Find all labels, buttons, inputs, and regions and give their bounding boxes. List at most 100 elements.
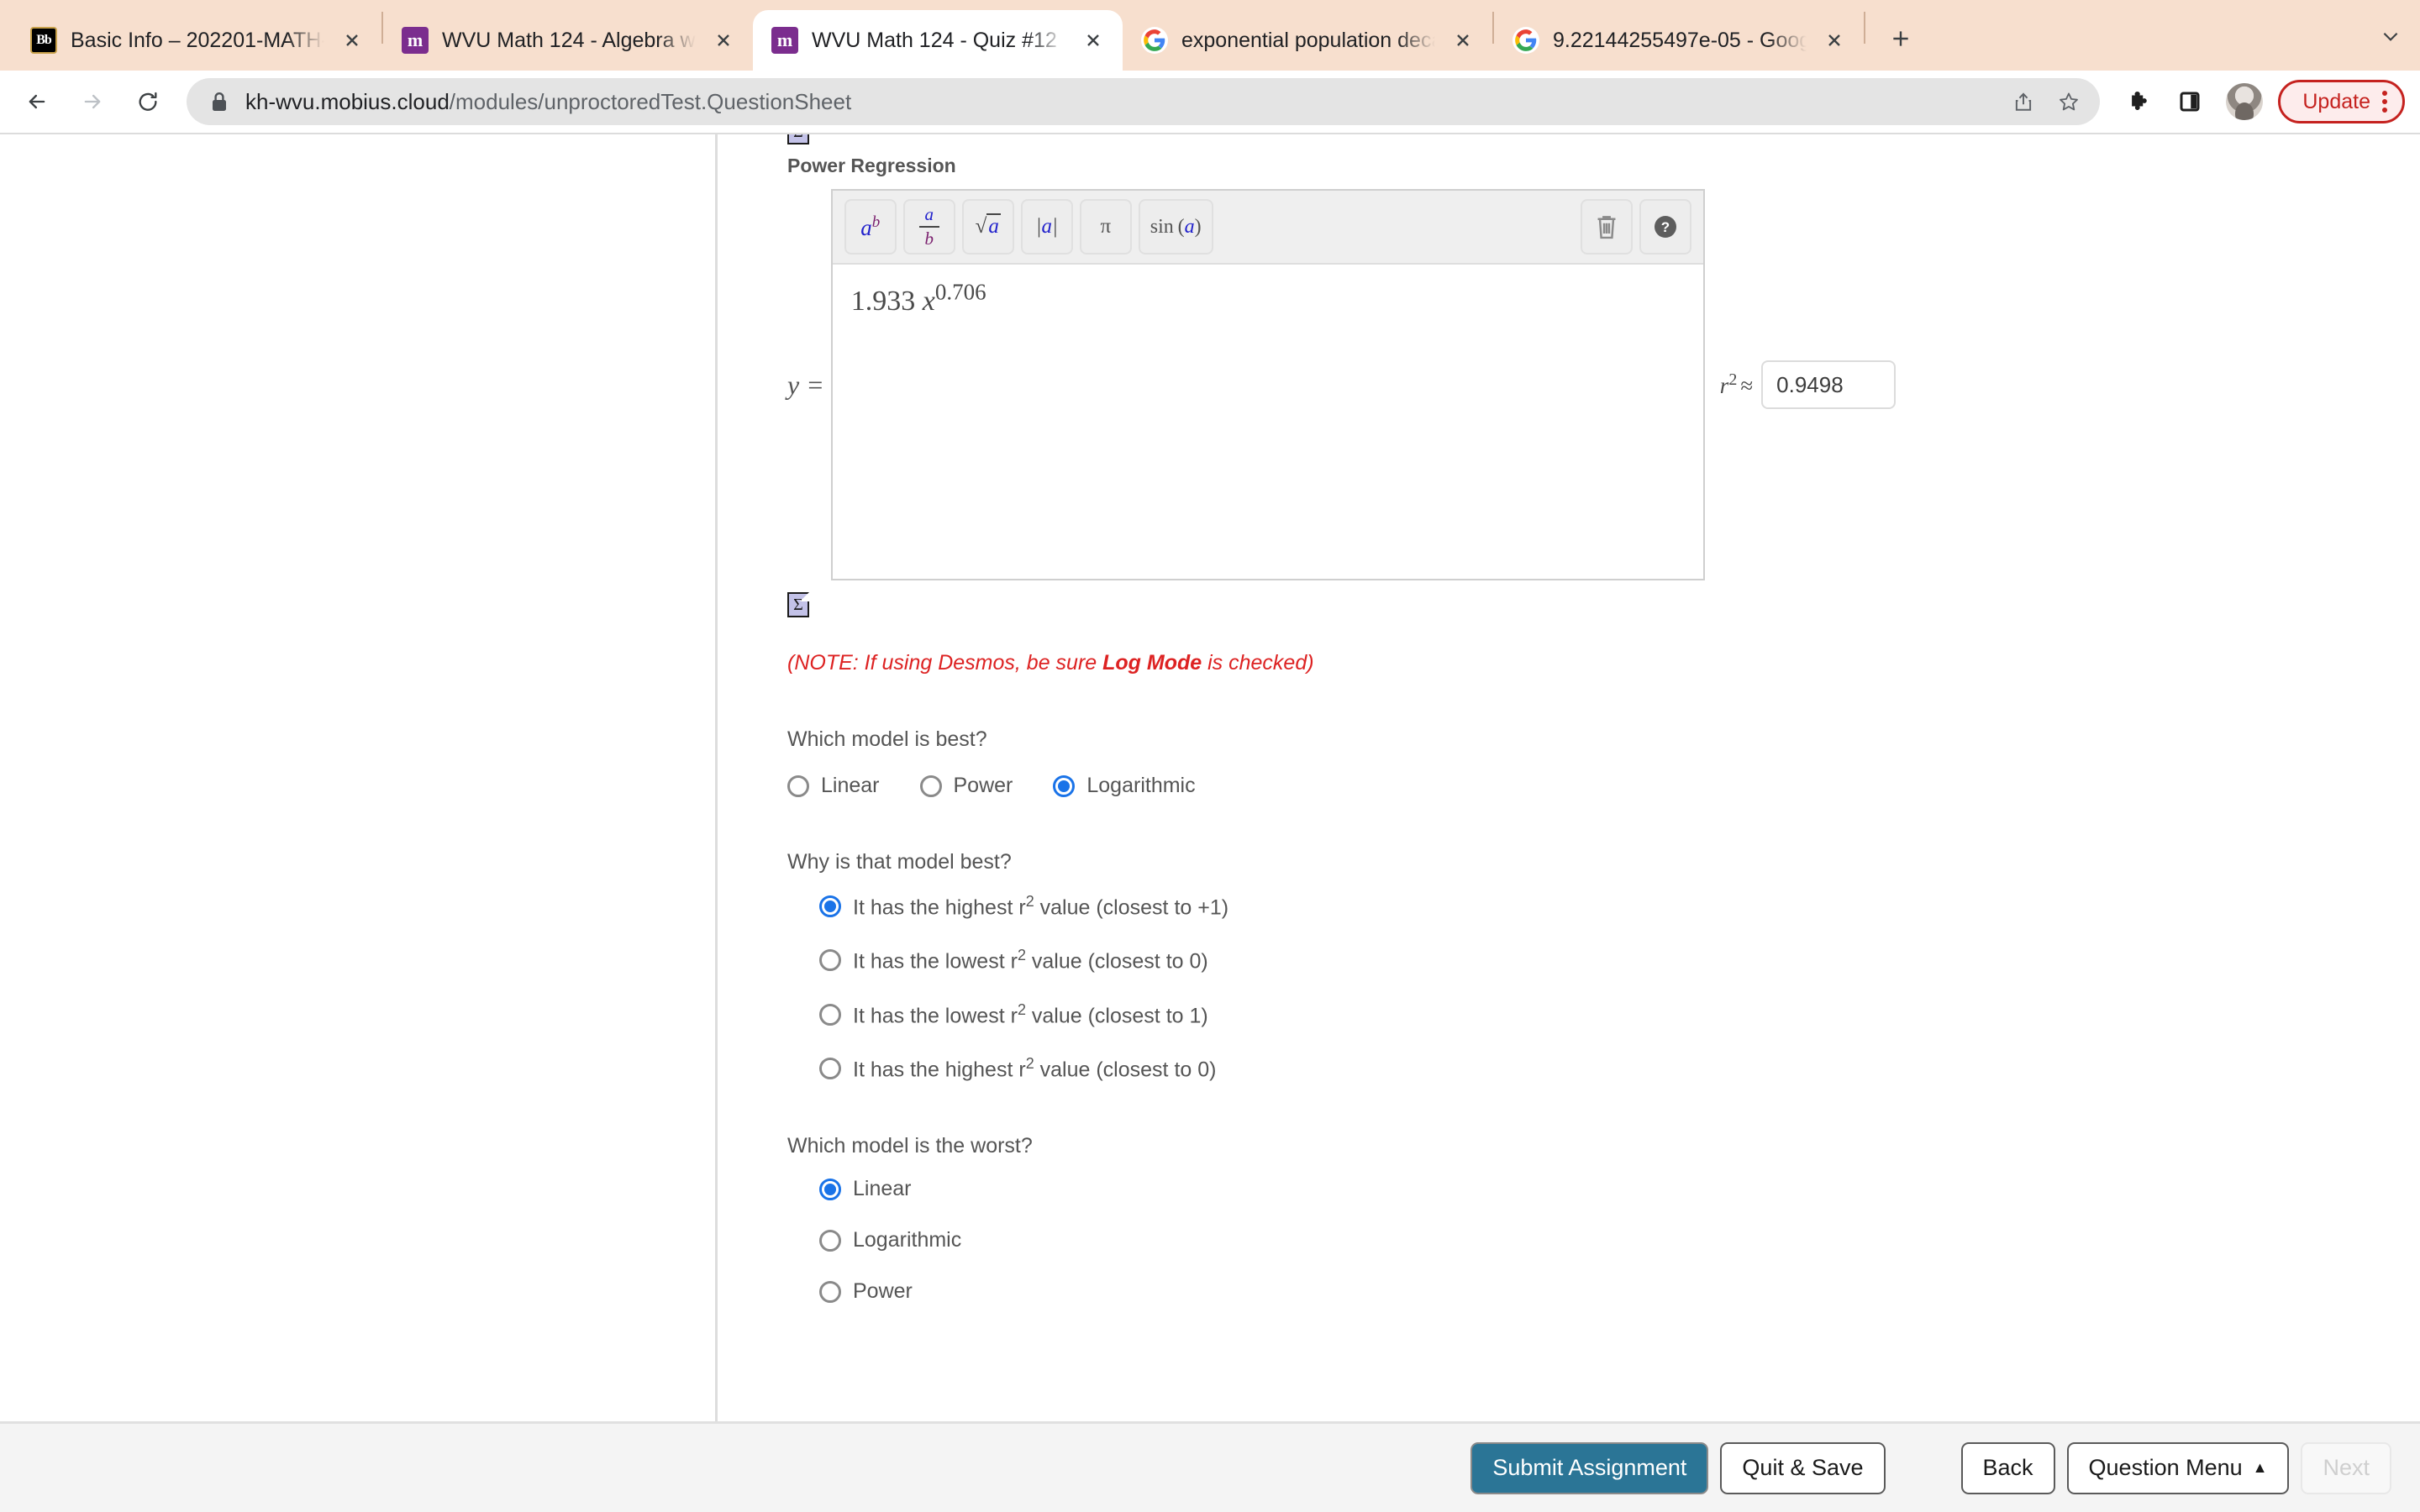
browser-tab-4[interactable]: exponential population decay c xyxy=(1123,10,1492,71)
share-icon[interactable] xyxy=(2001,79,2046,124)
equation-exponent: 0.706 xyxy=(934,280,986,305)
fraction-button[interactable]: ab xyxy=(902,199,955,255)
back-button[interactable]: Back xyxy=(1960,1441,2055,1494)
radio-label: Logarithmic xyxy=(1086,774,1196,797)
sigma-file-icon[interactable]: Σ xyxy=(787,134,809,144)
browser-toolbar: kh-wvu.mobius.cloud/modules/unproctoredT… xyxy=(0,71,2420,134)
close-icon[interactable] xyxy=(1079,26,1107,55)
new-tab-button[interactable] xyxy=(1877,15,1924,62)
radio-label: Linear xyxy=(853,1177,912,1201)
tab-title: WVU Math 124 - Quiz #12 xyxy=(812,28,1057,52)
radio-option-lowest-r2-one[interactable]: It has the lowest r2 value (closest to 1… xyxy=(819,1001,2420,1028)
question-2-prompt: Why is that model best? xyxy=(787,850,1012,874)
y-equals-label: y = xyxy=(787,369,824,400)
page-viewport: Σ Power Regression y = ab ab xyxy=(0,134,2420,1512)
radio-label: It has the lowest r2 value (closest to 0… xyxy=(853,947,1208,974)
close-icon[interactable] xyxy=(1820,26,1849,55)
radio-option-worst-linear[interactable]: Linear xyxy=(819,1177,2420,1201)
next-button: Next xyxy=(2301,1441,2391,1494)
profile-avatar[interactable] xyxy=(2226,83,2264,120)
question-menu-button[interactable]: Question Menu ▲ xyxy=(2066,1441,2290,1494)
tab-title: 9.22144255497e-05 - Google xyxy=(1553,28,1807,52)
close-icon[interactable] xyxy=(338,26,366,55)
radio-option-worst-logarithmic[interactable]: Logarithmic xyxy=(819,1228,2420,1252)
address-bar[interactable]: kh-wvu.mobius.cloud/modules/unproctoredT… xyxy=(187,78,2101,125)
radio-option-lowest-r2-zero[interactable]: It has the lowest r2 value (closest to 0… xyxy=(819,947,2420,974)
equation-row: y = ab ab √a |a| π sin (a) ? 1.933 x0.70… xyxy=(787,189,2420,580)
chevron-down-icon[interactable] xyxy=(2361,7,2420,66)
blackboard-icon: Bb xyxy=(30,27,57,54)
radio-option-worst-power[interactable]: Power xyxy=(819,1279,2420,1304)
pi-button[interactable]: π xyxy=(1079,199,1132,255)
browser-tab-2[interactable]: m WVU Math 124 - Algebra with A xyxy=(383,10,753,71)
question-body: Σ Power Regression y = ab ab xyxy=(720,134,2420,1304)
star-icon[interactable] xyxy=(2046,79,2091,124)
equation-coefficient: 1.933 xyxy=(850,286,916,318)
radio-indicator[interactable] xyxy=(919,774,942,797)
quiz-content-area: Σ Power Regression y = ab ab xyxy=(0,134,2420,1421)
radio-label: Linear xyxy=(821,774,880,797)
close-icon[interactable] xyxy=(709,26,738,55)
section-label-power-regression: Power Regression xyxy=(787,155,956,176)
question-3-prompt: Which model is the worst? xyxy=(787,1134,1033,1158)
note-bold: Log Mode xyxy=(1102,651,1202,675)
question-2-options: It has the highest r2 value (closest to … xyxy=(787,893,2420,1082)
power-button[interactable]: ab xyxy=(844,199,897,255)
absolute-value-button[interactable]: |a| xyxy=(1020,199,1073,255)
submit-assignment-button[interactable]: Submit Assignment xyxy=(1470,1441,1709,1494)
tab-strip: Bb Basic Info – 202201-MATH-124 m WVU Ma… xyxy=(0,0,2420,71)
sigma-file-icon[interactable]: Σ xyxy=(787,592,809,617)
math-editor[interactable]: ab ab √a |a| π sin (a) ? 1.933 x0.706 xyxy=(830,189,1705,580)
r-squared-group: r2 ≈ 0.9498 xyxy=(1719,360,1897,409)
r-squared-label: r2 ≈ xyxy=(1719,370,1754,398)
browser-tab-1[interactable]: Bb Basic Info – 202201-MATH-124 xyxy=(12,10,381,71)
radio-label: Logarithmic xyxy=(853,1228,962,1252)
radio-label: It has the highest r2 value (closest to … xyxy=(853,893,1229,920)
note-suffix: is checked) xyxy=(1202,651,1314,675)
math-editor-toolbar: ab ab √a |a| π sin (a) ? xyxy=(832,191,1703,265)
help-icon[interactable]: ? xyxy=(1639,199,1691,255)
radio-indicator[interactable] xyxy=(819,1229,841,1252)
radio-indicator-selected[interactable] xyxy=(819,1178,841,1200)
back-arrow-icon[interactable] xyxy=(12,76,62,127)
radio-option-highest-r2-zero[interactable]: It has the highest r2 value (closest to … xyxy=(819,1055,2420,1082)
google-icon xyxy=(1141,27,1168,54)
update-button[interactable]: Update xyxy=(2278,80,2405,123)
sqrt-button[interactable]: √a xyxy=(961,199,1014,255)
equation-input-field[interactable]: 1.933 x0.706 xyxy=(832,265,1703,579)
radio-option-linear[interactable]: Linear xyxy=(787,774,880,798)
r-squared-input[interactable]: 0.9498 xyxy=(1761,360,1897,409)
kebab-menu-icon[interactable] xyxy=(2377,91,2394,113)
svg-text:?: ? xyxy=(1661,219,1670,235)
forward-arrow-icon[interactable] xyxy=(67,76,118,127)
puzzle-piece-icon[interactable] xyxy=(2117,79,2162,124)
url-domain: kh-wvu.mobius.cloud xyxy=(245,88,450,114)
equation-variable: x xyxy=(922,286,935,318)
radio-indicator-selected[interactable] xyxy=(1053,774,1076,797)
close-icon[interactable] xyxy=(1449,26,1477,55)
radio-indicator[interactable] xyxy=(819,1280,841,1303)
tab-title: WVU Math 124 - Algebra with A xyxy=(442,28,696,52)
url-path: /modules/unproctoredTest.QuestionSheet xyxy=(449,88,852,114)
quiz-footer: Submit Assignment Quit & Save Back Quest… xyxy=(0,1421,2420,1512)
trash-icon[interactable] xyxy=(1580,199,1633,255)
radio-option-highest-r2-plus1[interactable]: It has the highest r2 value (closest to … xyxy=(819,893,2420,920)
radio-indicator-selected[interactable] xyxy=(819,895,841,918)
radio-indicator[interactable] xyxy=(819,1058,841,1080)
quit-and-save-button[interactable]: Quit & Save xyxy=(1720,1441,1886,1494)
caret-up-icon: ▲ xyxy=(2252,1459,2268,1476)
radio-option-power[interactable]: Power xyxy=(919,774,1013,798)
radio-indicator[interactable] xyxy=(787,774,809,797)
browser-tab-5[interactable]: 9.22144255497e-05 - Google xyxy=(1494,10,1864,71)
mobius-icon: m xyxy=(771,27,798,54)
reload-icon[interactable] xyxy=(123,76,173,127)
question-3-options: Linear Logarithmic Power xyxy=(787,1177,2420,1304)
browser-tab-3-active[interactable]: m WVU Math 124 - Quiz #12 xyxy=(753,10,1123,71)
question-pane: Σ Power Regression y = ab ab xyxy=(720,134,2420,1421)
side-panel-icon[interactable] xyxy=(2167,79,2212,124)
sine-button[interactable]: sin (a) xyxy=(1138,199,1213,255)
radio-label: It has the highest r2 value (closest to … xyxy=(853,1054,1217,1082)
radio-indicator[interactable] xyxy=(819,1003,841,1026)
radio-option-logarithmic[interactable]: Logarithmic xyxy=(1053,774,1196,798)
radio-indicator[interactable] xyxy=(819,949,841,972)
